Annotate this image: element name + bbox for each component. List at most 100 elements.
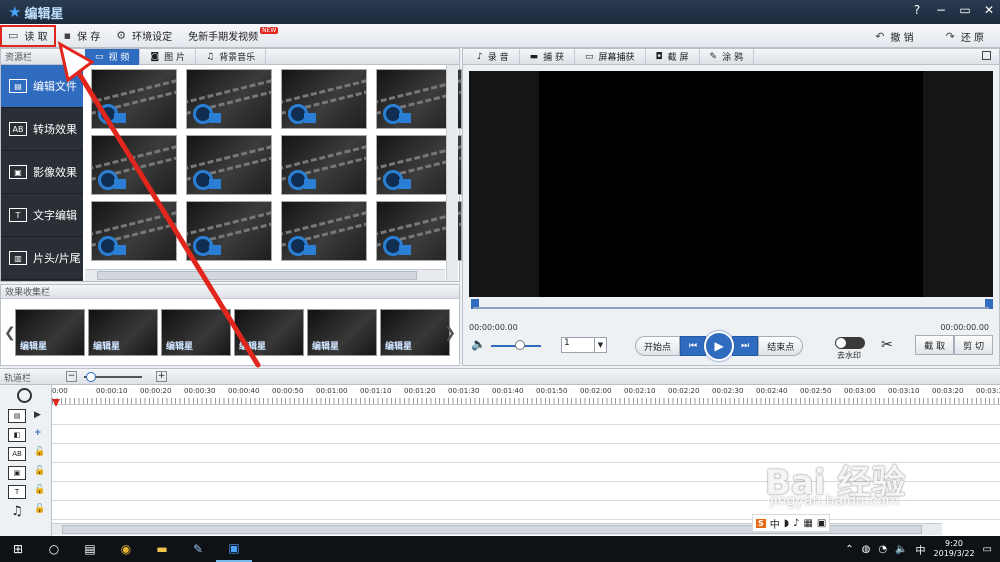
tab-music[interactable]: ♫ 背景音乐 bbox=[196, 48, 267, 65]
effect-item[interactable]: 编辑星 bbox=[161, 309, 231, 356]
wechat-icon[interactable]: ◍ bbox=[862, 544, 871, 555]
effects-prev-arrow[interactable]: ❮ bbox=[4, 325, 16, 341]
nav-image-effect[interactable]: ▣ 影像效果 bbox=[1, 151, 83, 194]
cut-button[interactable]: 剪 切 bbox=[954, 335, 993, 355]
nav-text-edit[interactable]: T 文字编辑 bbox=[1, 194, 83, 237]
network-icon[interactable]: ◔ bbox=[878, 544, 887, 555]
tab-doodle-label: 涂 鸦 bbox=[722, 53, 743, 63]
ruler-label: 00:02:40 bbox=[756, 387, 788, 395]
video-thumbnail[interactable] bbox=[91, 135, 177, 195]
effects-collection-panel: 效果收集栏 ❮ 编辑星 编辑星 编辑星 编辑星 编辑星 编辑星 ❯ bbox=[0, 284, 460, 366]
ruler-label: 00:01:50 bbox=[536, 387, 568, 395]
capture-button[interactable]: 截 取 bbox=[915, 335, 955, 355]
resource-vertical-scrollbar[interactable] bbox=[446, 65, 458, 281]
nav-intro-outro[interactable]: ▥ 片头/片尾 bbox=[1, 237, 83, 280]
task-view-icon[interactable]: ▤ bbox=[72, 536, 108, 562]
speed-value: 1 bbox=[564, 338, 570, 348]
maximize-preview-icon[interactable] bbox=[982, 51, 991, 60]
rewind-button[interactable]: ⏮ bbox=[680, 336, 707, 356]
effect-item[interactable]: 编辑星 bbox=[234, 309, 304, 356]
effects-next-arrow[interactable]: ❯ bbox=[444, 325, 456, 341]
video-thumbnail[interactable] bbox=[281, 201, 367, 261]
open-button[interactable]: ▭ 读 取 bbox=[0, 24, 56, 47]
notification-icon[interactable]: ▭ bbox=[983, 544, 992, 555]
zoom-knob[interactable] bbox=[86, 372, 96, 382]
ruler-label: 00:00:20 bbox=[140, 387, 172, 395]
lock-icon[interactable]: 🔓 bbox=[34, 466, 45, 476]
close-button[interactable]: ✕ bbox=[982, 3, 996, 17]
effect-item[interactable]: 编辑星 bbox=[380, 309, 450, 356]
expand-icon[interactable]: ▶ bbox=[34, 410, 41, 420]
ime-indicator[interactable]: 中 bbox=[916, 542, 926, 557]
transition-track-icon: AB bbox=[8, 447, 26, 461]
nav-edit-file[interactable]: ▤ 编辑文件 bbox=[1, 65, 83, 108]
ruler-label: 00:03:30 bbox=[976, 387, 1000, 395]
add-icon[interactable]: + bbox=[34, 428, 42, 438]
effect-item[interactable]: 编辑星 bbox=[307, 309, 377, 356]
editor-app-icon[interactable]: ▣ bbox=[216, 536, 252, 562]
video-thumbnail[interactable] bbox=[91, 69, 177, 129]
nav-transition[interactable]: AB 转场效果 bbox=[1, 108, 83, 151]
tab-record[interactable]: ♪ 录 音 bbox=[467, 48, 520, 65]
start-point-button[interactable]: 开始点 bbox=[635, 336, 681, 356]
fast-forward-button[interactable]: ⏭ bbox=[732, 336, 759, 356]
track-title: 轨道栏 bbox=[4, 374, 32, 384]
camera-icon bbox=[304, 245, 316, 255]
video-thumbnail[interactable] bbox=[281, 135, 367, 195]
save-button[interactable]: ▪ 保 存 bbox=[56, 25, 109, 47]
taskbar: ⊞ ○ ▤ ◉ ▬ ✎ ▣ ⌃ ◍ ◔ 🔈 中 9:20 2019/3/22 ▭ bbox=[0, 536, 1000, 562]
lock-icon[interactable]: 🔓 bbox=[34, 447, 45, 457]
zoom-in-button[interactable]: + bbox=[156, 371, 167, 382]
tab-capture[interactable]: ▬ 捕 获 bbox=[520, 48, 576, 65]
redo-button[interactable]: ↷ 还 原 bbox=[938, 25, 992, 47]
tray-expand-icon[interactable]: ⌃ bbox=[845, 544, 853, 555]
video-thumbnail[interactable] bbox=[91, 201, 177, 261]
taskbar-clock[interactable]: 9:20 2019/3/22 bbox=[934, 539, 975, 559]
watermark-toggle[interactable] bbox=[835, 337, 865, 349]
app-logo: ★ 编辑星 bbox=[0, 3, 63, 22]
video-thumbnail[interactable] bbox=[186, 135, 272, 195]
scissors-icon[interactable]: ✂ bbox=[881, 337, 893, 353]
star-icon: ★ bbox=[8, 3, 22, 21]
tab-image[interactable]: ◙ 图 片 bbox=[140, 48, 196, 65]
tab-screen-capture[interactable]: ▭ 屏幕捕获 bbox=[575, 48, 646, 65]
paint-icon[interactable]: ✎ bbox=[180, 536, 216, 562]
windows-start-icon[interactable]: ⊞ bbox=[0, 536, 36, 562]
video-thumbnail[interactable] bbox=[281, 69, 367, 129]
volume-icon[interactable]: 🔈 bbox=[471, 337, 486, 351]
volume-tray-icon[interactable]: 🔈 bbox=[895, 544, 907, 555]
restore-button[interactable]: ▭ bbox=[958, 3, 972, 17]
effect-item[interactable]: 编辑星 bbox=[15, 309, 85, 356]
help-button[interactable]: ? bbox=[910, 3, 924, 17]
clock-icon bbox=[17, 388, 32, 403]
lock-icon[interactable]: 🔓 bbox=[34, 504, 45, 514]
tab-video[interactable]: ▭ 视 频 bbox=[85, 48, 141, 65]
play-button[interactable]: ▶ bbox=[704, 331, 735, 361]
share-video-button[interactable]: 免新手期发视频 NEW bbox=[180, 25, 286, 47]
minimize-button[interactable]: − bbox=[934, 3, 948, 17]
timeline-ruler[interactable]: 0:00 00:00:10 00:00:20 00:00:30 00:00:40 00:0… bbox=[52, 385, 1000, 405]
chrome-icon[interactable]: ◉ bbox=[108, 536, 144, 562]
tab-doodle[interactable]: ✎ 涂 鸦 bbox=[700, 48, 754, 65]
settings-button[interactable]: ⚙ 环境设定 bbox=[108, 25, 180, 47]
lock-icon[interactable]: 🔓 bbox=[34, 485, 45, 495]
volume-knob[interactable] bbox=[515, 340, 525, 350]
preview-progress-bar[interactable] bbox=[473, 307, 989, 309]
scroll-thumb[interactable] bbox=[97, 271, 417, 280]
speed-select[interactable]: 1 ▼ bbox=[561, 337, 607, 353]
video-thumbnail[interactable] bbox=[186, 201, 272, 261]
zoom-out-button[interactable]: − bbox=[66, 371, 77, 382]
tab-music-label: 背景音乐 bbox=[219, 53, 256, 63]
undo-button[interactable]: ↶ 撤 销 bbox=[867, 25, 921, 47]
file-explorer-icon[interactable]: ▬ bbox=[144, 536, 180, 562]
video-icon: ▭ bbox=[95, 51, 104, 62]
tab-screenshot[interactable]: ◘ 截 屏 bbox=[646, 48, 700, 65]
chevron-down-icon[interactable]: ▼ bbox=[594, 338, 606, 352]
ime-mode: 中 bbox=[769, 519, 780, 531]
video-thumbnail[interactable] bbox=[186, 69, 272, 129]
search-icon[interactable]: ○ bbox=[36, 536, 72, 562]
effect-item[interactable]: 编辑星 bbox=[88, 309, 158, 356]
ime-toolbar[interactable]: S 中 ◗ ♪ ▦ ▣ bbox=[752, 514, 831, 532]
end-point-button[interactable]: 结束点 bbox=[758, 336, 804, 356]
resource-horizontal-scrollbar[interactable] bbox=[85, 269, 445, 281]
